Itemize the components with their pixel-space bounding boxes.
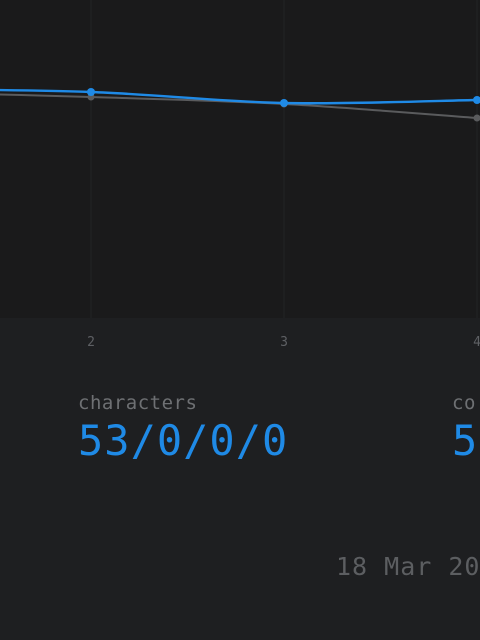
series-line-grey: [0, 93, 478, 119]
stat-label: co: [452, 392, 476, 414]
stat-value: 53/0/0/0: [78, 416, 289, 465]
data-point: [280, 99, 288, 107]
review-stats-screen: 2 3 4 characters 53/0/0/0 co 5 18 Mar 20: [0, 0, 480, 640]
data-point: [87, 88, 95, 96]
x-tick-label: 4: [473, 335, 480, 350]
date-label: 18 Mar 20: [336, 552, 480, 581]
stat-characters: characters 53/0/0/0: [78, 392, 288, 465]
x-tick-label: 3: [280, 335, 288, 350]
history-line-chart: 2 3 4: [0, 0, 480, 350]
stat-value: 5: [452, 416, 479, 465]
stat-second: co 5: [452, 392, 478, 465]
x-tick-label: 2: [87, 335, 95, 350]
stat-label: characters: [78, 392, 198, 414]
data-point: [473, 114, 480, 122]
data-point: [473, 96, 480, 104]
